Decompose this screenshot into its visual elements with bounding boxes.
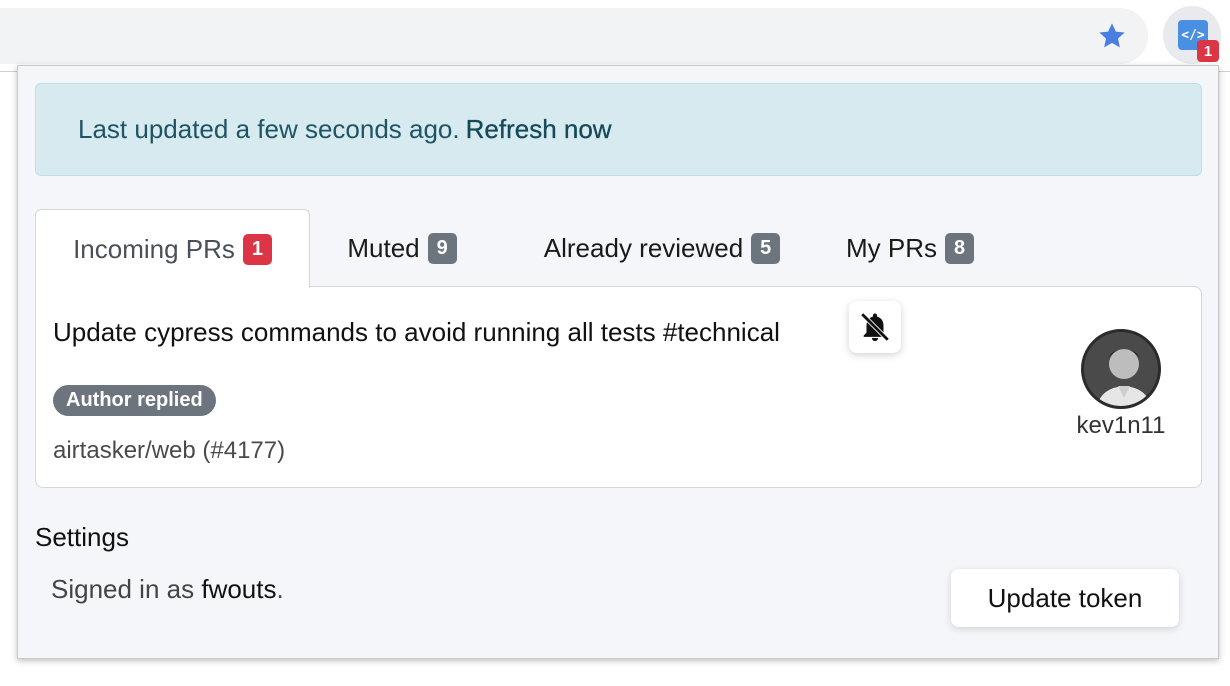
alert-message: Last updated a few seconds ago. xyxy=(78,114,460,144)
tab-bar: Incoming PRs 1 Muted 9 Already reviewed … xyxy=(35,209,1202,288)
update-alert: Last updated a few seconds ago. Refresh … xyxy=(35,83,1202,176)
tab-label: Already reviewed xyxy=(543,232,744,263)
signed-in-text: Signed in as fwouts. xyxy=(51,574,284,605)
avatar xyxy=(1081,329,1161,409)
mute-button[interactable] xyxy=(849,301,901,353)
tab-count-badge: 1 xyxy=(242,233,272,265)
signed-in-suffix: . xyxy=(276,574,284,604)
tab-already-reviewed[interactable]: Already reviewed 5 xyxy=(517,209,807,287)
star-icon[interactable] xyxy=(1092,16,1132,56)
tab-muted[interactable]: Muted 9 xyxy=(327,209,477,287)
tab-count-badge: 8 xyxy=(945,232,974,264)
signed-in-username: fwouts xyxy=(201,574,277,604)
bell-slash-icon xyxy=(860,312,890,342)
extension-popup: Last updated a few seconds ago. Refresh … xyxy=(17,65,1219,659)
extension-button[interactable]: </> 1 xyxy=(1163,6,1221,64)
pr-title[interactable]: Update cypress commands to avoid running… xyxy=(53,317,780,348)
tab-incoming-prs[interactable]: Incoming PRs 1 xyxy=(35,209,310,288)
tab-count-badge: 5 xyxy=(751,232,781,264)
author-username: kev1n11 xyxy=(1076,412,1166,439)
update-token-button[interactable]: Update token xyxy=(951,569,1179,627)
signed-in-prefix: Signed in as xyxy=(51,574,195,604)
settings-heading: Settings xyxy=(35,522,129,552)
tab-label: My PRs xyxy=(846,232,937,263)
repo-label: airtasker/web (#4177) xyxy=(53,437,286,464)
extension-badge: 1 xyxy=(1197,40,1219,62)
browser-toolbar: </> 1 xyxy=(0,0,1230,72)
address-bar[interactable] xyxy=(0,8,1148,64)
pull-request-card[interactable]: Update cypress commands to avoid running… xyxy=(35,286,1202,488)
tab-my-prs[interactable]: My PRs 8 xyxy=(835,209,985,287)
status-badge: Author replied xyxy=(53,385,216,416)
refresh-now-link[interactable]: Refresh now xyxy=(465,114,611,145)
tab-label: Muted xyxy=(347,232,420,263)
tab-label: Incoming PRs xyxy=(73,233,235,264)
tab-count-badge: 9 xyxy=(427,232,457,264)
